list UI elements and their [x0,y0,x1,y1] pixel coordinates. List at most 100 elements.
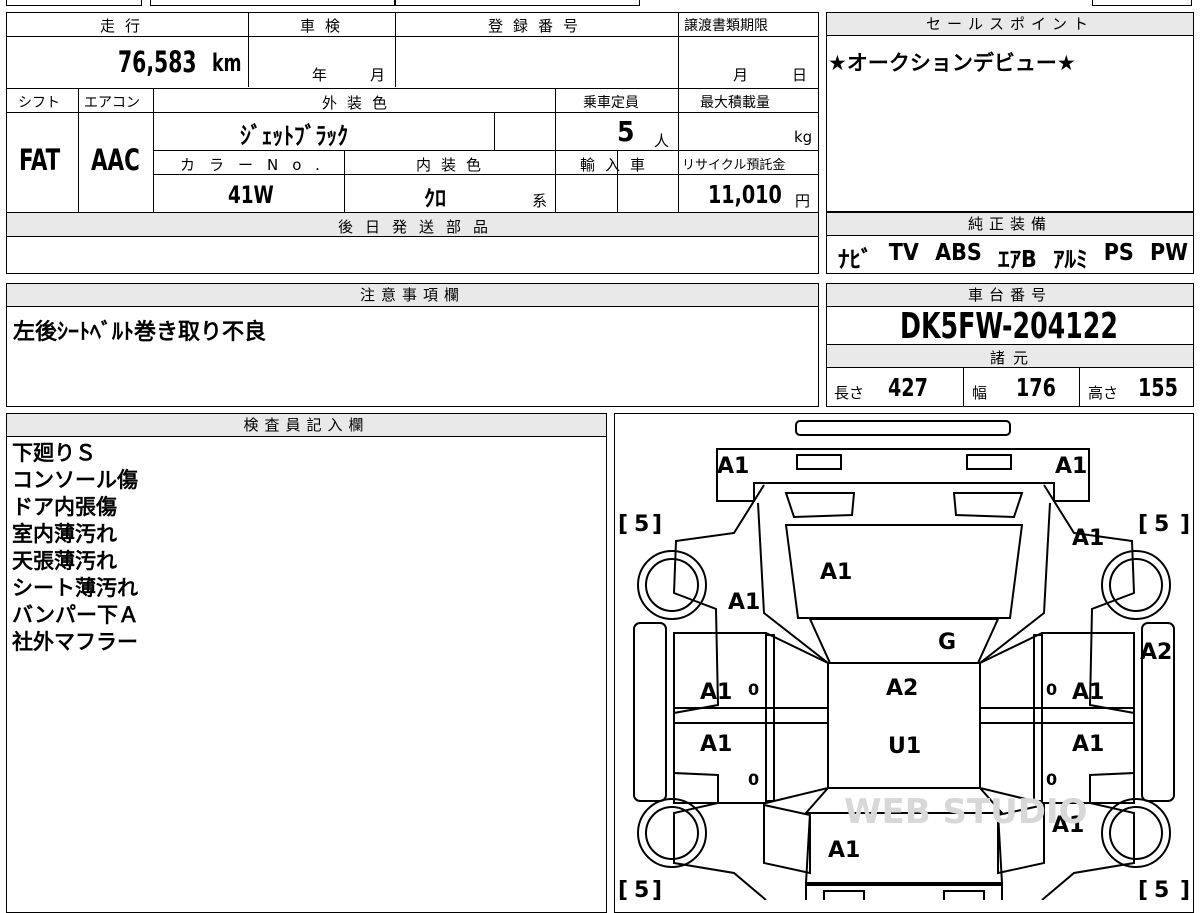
aircon-label: エアコン [84,95,140,111]
mark-fender-fl: A1 [728,590,760,615]
inspector-line: 社外マフラー [12,630,138,654]
capacity-label: 乗車定員 [583,95,639,111]
transfer-month-unit: 月 [733,66,749,84]
top-strip-cell-1 [6,0,142,6]
tire-rl-value: 5 [634,878,649,900]
tire-rr-value: 5 [1154,878,1169,900]
later-parts-label: 後日発送部品 [338,218,501,236]
sales-point-text: ★オークションデビュー★ [828,51,1076,75]
divider [344,150,345,212]
inspector-label: 検査員記入欄 [7,414,606,437]
transfer-deadline-label: 譲渡書類期限 [684,18,768,34]
tire-fr-value: 5 [1154,512,1169,537]
mark-roof: A2 [886,676,918,701]
mark-door-rr-zero: 0 [1046,770,1057,789]
mark-bonnet: A1 [820,560,852,585]
exterior-color-value: ｼﾞｪｯﾄﾌﾞﾗｯｸ [240,122,348,150]
mark-fender-fr: A1 [1072,526,1104,551]
capacity-value: 5 [617,115,635,148]
mark-door-fl-zero: 0 [748,680,759,699]
inspector-notes: 下廻りＳ コンソール傷 ドア内張傷 室内薄汚れ 天張薄汚れ シート薄汚れ バンパ… [12,440,139,656]
color-no-value: 41W [228,181,274,209]
divider [395,12,396,87]
equipment-list: ﾅﾋﾞ TV ABS ｴｱB ｱﾙﾐ PS PW [838,240,1188,274]
mark-front-right: A1 [1055,454,1087,479]
mark-windshield: G [938,630,956,655]
height-value: 155 [1138,373,1178,402]
divider [6,112,819,113]
top-strip-cell-4 [1092,0,1192,6]
mark-door-fr-zero: 0 [1046,680,1057,699]
inspector-line: 下廻りＳ [12,441,96,465]
transfer-day-unit: 日 [792,66,808,84]
equipment-item-alloy: ｱﾙﾐ [1052,247,1088,273]
inspector-line: 天張薄汚れ [12,549,117,573]
length-label: 長さ [834,384,865,402]
divider [494,112,495,150]
caution-text: 左後ｼｰﾄﾍﾞﾙﾄ巻き取り不良 [13,320,267,345]
inspector-line: コンソール傷 [12,468,138,492]
inspection-label: 車検 [300,17,351,35]
mileage-label: 走行 [100,17,151,35]
svg-text:]: ] [1180,878,1190,900]
row1-header-line [6,36,819,37]
capacity-unit: 人 [654,132,670,150]
divider [78,88,79,212]
svg-text:]: ] [652,878,662,900]
width-label: 幅 [972,384,988,402]
chassis-label: 車台番号 [827,284,1193,307]
mark-door-rl-zero: 0 [748,770,759,789]
interior-color-label: 内装色 [416,156,492,174]
equipment-item-pw: PW [1150,240,1188,266]
mark-front-left: A1 [717,454,749,479]
max-load-label: 最大積載量 [700,95,770,111]
svg-text:[: [ [1138,878,1148,900]
import-car-label: 輸入車 [580,156,656,174]
registration-label: 登録番号 [488,17,589,35]
inspector-line: シート薄汚れ [12,576,138,600]
equipment-label: 純正装備 [827,213,1193,236]
recycle-fee-label: リサイクル預託金 [682,158,786,173]
mark-door-fl: A1 [700,680,732,705]
mileage-value: 76,583 [118,45,197,79]
length-value: 427 [888,373,928,402]
inspection-year-unit: 年 [312,66,328,84]
svg-text:]: ] [652,512,662,537]
shift-value: FAT [19,143,61,177]
equipment-item-abs: ABS [935,240,982,266]
recycle-fee-value: 11,010 [708,180,782,209]
divider [6,88,819,89]
caution-label: 注意事項欄 [7,284,818,307]
svg-text:[: [ [618,878,628,900]
svg-text:[: [ [1138,512,1148,537]
equipment-item-ps: PS [1103,240,1134,266]
equipment-item-airbag: ｴｱB [997,247,1037,273]
tire-fl-value: 5 [634,512,649,537]
car-damage-diagram: [] [] [] [] 5 5 5 5 A1 A1 A1 A1 A1 G A2 … [618,420,1190,900]
equipment-item-tv: TV [888,240,919,266]
mark-door-rr: A1 [1072,732,1104,757]
color-no-label: カラーNo. [180,156,334,174]
sales-point-box [826,12,1194,212]
divider [153,150,819,151]
recycle-fee-unit: 円 [795,192,811,210]
watermark: WEB STUDIO [844,792,1088,832]
interior-color-suffix: 系 [532,192,548,210]
inspector-line: 室内薄汚れ [12,522,117,546]
inspection-month-unit: 月 [370,66,386,84]
svg-text:]: ] [1180,512,1190,537]
interior-color-value: ｸﾛ [424,187,447,212]
mark-roof-lower: U1 [888,734,921,759]
mark-door-fr: A1 [1072,680,1104,705]
chassis-number: DK5FW-204122 [900,306,1118,347]
top-strip-cell-2 [150,0,395,6]
max-load-unit: kg [794,128,813,146]
inspector-line: ドア内張傷 [12,495,117,519]
exterior-color-label: 外装色 [322,94,398,112]
spec-label: 諸元 [990,349,1037,367]
equipment-item-navi: ﾅﾋﾞ [838,247,873,273]
svg-text:[: [ [618,512,628,537]
aircon-value: AAC [91,143,140,177]
shift-label: シフト [18,95,60,111]
mark-door-rl: A1 [700,732,732,757]
